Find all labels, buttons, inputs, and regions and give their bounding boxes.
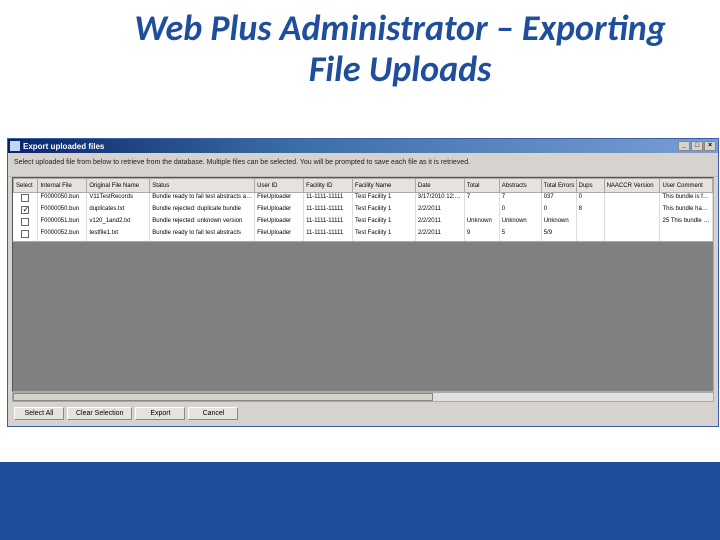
col-dups[interactable]: Dups (576, 179, 604, 193)
table-row[interactable]: F0000050.bunV11TestRecordsBundle ready t… (14, 193, 713, 206)
col-user-id[interactable]: User ID (255, 179, 304, 193)
clear-selection-button[interactable]: Clear Selection (67, 407, 132, 420)
cell: F0000050.bun (38, 205, 87, 217)
cell: Bundle ready to fail test abstracts (150, 229, 255, 241)
cell: 11-1111-11111 (304, 205, 353, 217)
cell (14, 229, 38, 241)
cell: F0000052.bun (38, 229, 87, 241)
col-abstracts[interactable]: Abstracts (499, 179, 541, 193)
col-select[interactable]: Select (14, 179, 38, 193)
window-title: Export uploaded files (23, 142, 104, 151)
cell: duplicates.txt (87, 205, 150, 217)
cell: 3/17/2010 12:10:49 PM (415, 193, 464, 206)
cell (14, 193, 38, 206)
cell: This bundle has 11 dups (660, 205, 713, 217)
col-internal-file[interactable]: Internal File (38, 179, 87, 193)
col-naaccr-ver[interactable]: NAACCR Version (604, 179, 660, 193)
cell: 037 (541, 193, 576, 206)
cell (14, 217, 38, 229)
cell (604, 229, 660, 241)
cell: Unknown (541, 217, 576, 229)
cell: Unknown (499, 217, 541, 229)
cell: 8 (576, 205, 604, 217)
cell: 11-1111-11111 (304, 217, 353, 229)
cell: Bundle ready to fail test abstracts and … (150, 193, 255, 206)
row-checkbox[interactable] (21, 218, 29, 226)
file-table: Select Internal File Original File Name … (12, 177, 714, 242)
cell: Unknown (464, 217, 499, 229)
instruction-text: Select uploaded file from below to retri… (8, 153, 718, 177)
cell: 2/2/2011 (415, 205, 464, 217)
table-empty-area (12, 242, 714, 392)
cell: Test Facility 1 (352, 193, 415, 206)
cell: 5 (499, 229, 541, 241)
cell: Test Facility 1 (352, 229, 415, 241)
close-button[interactable]: × (704, 141, 716, 151)
scrollbar-thumb[interactable] (13, 393, 433, 401)
cell: FileUploader (255, 217, 304, 229)
cell: Bundle rejected: unknown version (150, 217, 255, 229)
cell: 5/9 (541, 229, 576, 241)
table-row[interactable]: F0000052.buntestfile1.txtBundle ready to… (14, 229, 713, 241)
col-original-file[interactable]: Original File Name (87, 179, 150, 193)
cell: Test Facility 1 (352, 217, 415, 229)
slide-title: Web Plus Administrator – Exporting File … (0, 0, 720, 97)
select-all-button[interactable]: Select All (14, 407, 64, 420)
cell (14, 205, 38, 217)
footer-bar (0, 462, 720, 540)
cell: FileUploader (255, 205, 304, 217)
col-date[interactable]: Date (415, 179, 464, 193)
cell: FileUploader (255, 229, 304, 241)
cell: 2/2/2011 (415, 229, 464, 241)
table-header-row: Select Internal File Original File Name … (14, 179, 713, 193)
col-user-comment[interactable]: User Comment (660, 179, 713, 193)
cell (604, 217, 660, 229)
export-window: Export uploaded files _ □ × Select uploa… (7, 138, 719, 427)
col-facility-name[interactable]: Facility Name (352, 179, 415, 193)
cell: 0 (499, 205, 541, 217)
cell (576, 229, 604, 241)
cell: F0000051.bun (38, 217, 87, 229)
horizontal-scrollbar[interactable] (12, 392, 714, 402)
minimize-button[interactable]: _ (678, 141, 690, 151)
cell: 25 This bundle has 25 dups (660, 217, 713, 229)
row-checkbox[interactable] (21, 230, 29, 238)
button-row: Select All Clear Selection Export Cancel (8, 402, 718, 426)
cell (576, 217, 604, 229)
cell: v120_1and2.txt (87, 217, 150, 229)
cell: 0 (541, 205, 576, 217)
cell (464, 205, 499, 217)
table-row[interactable]: F0000051.bunv120_1and2.txtBundle rejecte… (14, 217, 713, 229)
row-checkbox[interactable] (21, 206, 29, 214)
col-total-errors[interactable]: Total Errors (541, 179, 576, 193)
cell: 2/2/2011 (415, 217, 464, 229)
cell (604, 193, 660, 206)
col-facility-id[interactable]: Facility ID (304, 179, 353, 193)
app-icon (10, 141, 20, 151)
cell: Test Facility 1 (352, 205, 415, 217)
export-button[interactable]: Export (135, 407, 185, 420)
cell (660, 229, 713, 241)
cell: Bundle rejected: duplicate bundle (150, 205, 255, 217)
cell: testfile1.txt (87, 229, 150, 241)
cell: 0 (576, 193, 604, 206)
cell: This bundle is for training test and dem… (660, 193, 713, 206)
maximize-button[interactable]: □ (691, 141, 703, 151)
cell: 7 (464, 193, 499, 206)
cell: V11TestRecords (87, 193, 150, 206)
cancel-button[interactable]: Cancel (188, 407, 238, 420)
cell: 9 (464, 229, 499, 241)
cell: F0000050.bun (38, 193, 87, 206)
col-total[interactable]: Total (464, 179, 499, 193)
cell: 7 (499, 193, 541, 206)
col-status[interactable]: Status (150, 179, 255, 193)
cell: 11-1111-11111 (304, 193, 353, 206)
table-row[interactable]: F0000050.bunduplicates.txtBundle rejecte… (14, 205, 713, 217)
cell (604, 205, 660, 217)
cell: FileUploader (255, 193, 304, 206)
cell: 11-1111-11111 (304, 229, 353, 241)
row-checkbox[interactable] (21, 194, 29, 202)
titlebar: Export uploaded files _ □ × (8, 139, 718, 153)
